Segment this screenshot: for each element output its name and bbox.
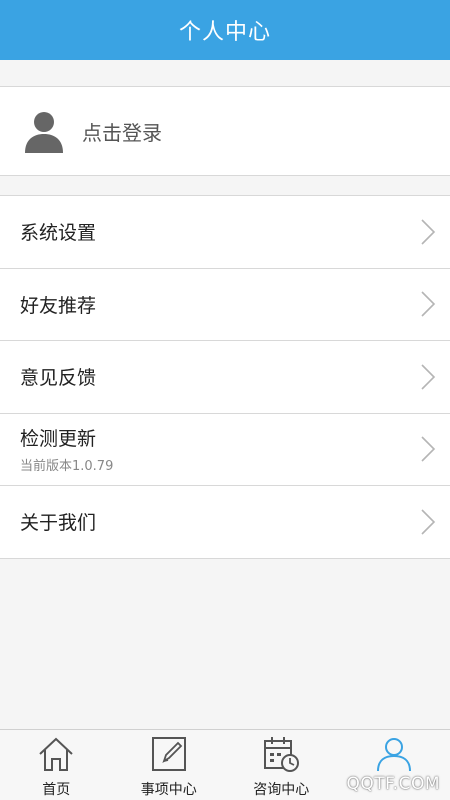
menu-item-label: 意见反馈 xyxy=(20,367,97,390)
calendar-clock-icon xyxy=(264,737,300,772)
chevron-right-icon xyxy=(421,364,436,390)
tab-consult-center[interactable]: 咨询中心 xyxy=(225,730,338,800)
chevron-right-icon xyxy=(421,509,436,535)
menu-item-about-us[interactable]: 关于我们 xyxy=(0,486,450,559)
menu-item-label: 系统设置 xyxy=(20,222,97,245)
menu-item-check-update[interactable]: 检测更新 当前版本1.0.79 xyxy=(0,414,450,486)
tab-home[interactable]: 首页 xyxy=(0,730,113,800)
chevron-right-icon xyxy=(421,436,436,462)
watermark: QQTF.COM xyxy=(346,774,440,794)
login-row[interactable]: 点击登录 xyxy=(0,86,450,176)
home-icon xyxy=(39,737,73,771)
menu-item-system-settings[interactable]: 系统设置 xyxy=(0,196,450,269)
tab-matters-center[interactable]: 事项中心 xyxy=(113,730,226,800)
menu-item-recommend-friends[interactable]: 好友推荐 xyxy=(0,269,450,341)
settings-menu: 系统设置 好友推荐 意见反馈 检测更新 当前版本1.0.79 关于我们 xyxy=(0,195,450,559)
tab-label: 咨询中心 xyxy=(253,782,310,798)
chevron-right-icon xyxy=(421,219,436,245)
menu-item-feedback[interactable]: 意见反馈 xyxy=(0,341,450,414)
page-title: 个人中心 xyxy=(178,20,271,45)
version-text: 当前版本1.0.79 xyxy=(20,459,114,475)
chevron-right-icon xyxy=(421,291,436,317)
menu-item-label: 好友推荐 xyxy=(20,294,97,317)
edit-icon xyxy=(151,737,186,771)
tab-label: 首页 xyxy=(42,782,71,798)
user-avatar-icon xyxy=(25,112,63,153)
person-icon xyxy=(376,738,411,772)
menu-item-label: 检测更新 xyxy=(20,428,97,451)
menu-item-label: 关于我们 xyxy=(20,512,97,535)
title-bar: 个人中心 xyxy=(0,0,450,60)
tab-label: 事项中心 xyxy=(140,782,197,798)
login-label: 点击登录 xyxy=(82,120,162,145)
